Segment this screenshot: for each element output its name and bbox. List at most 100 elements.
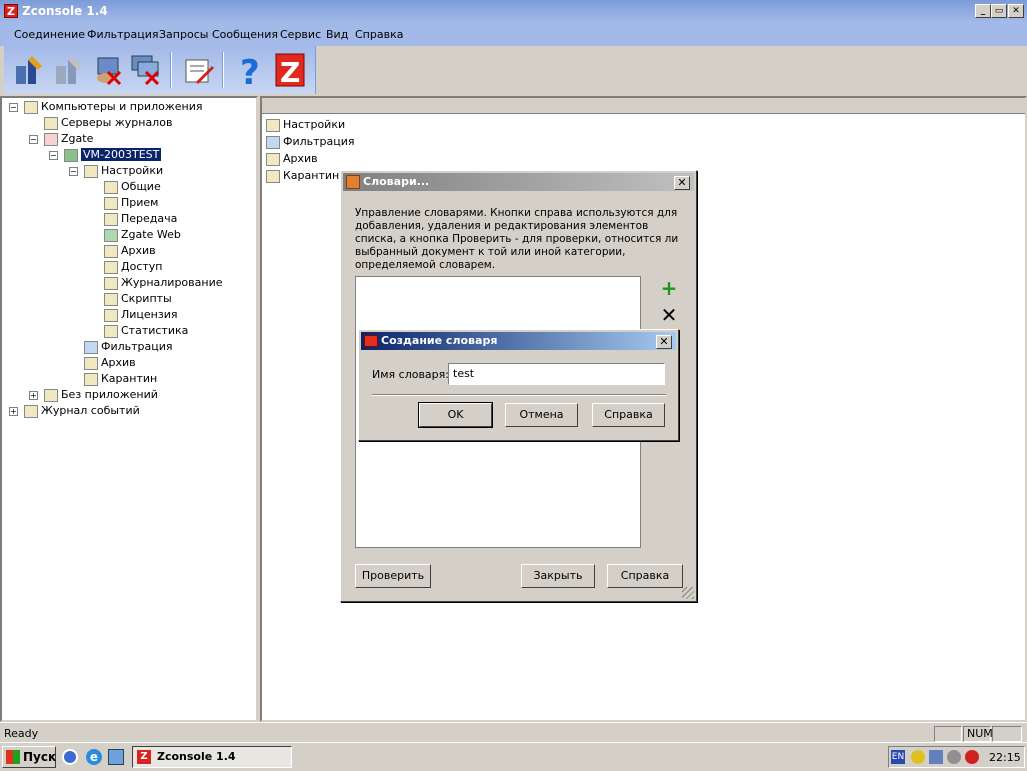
settings-icon — [84, 164, 98, 178]
resize-grip[interactable] — [682, 587, 694, 599]
tree-item-logging[interactable]: Журналирование — [104, 275, 223, 291]
collapse-toggle[interactable]: − — [69, 167, 78, 176]
system-tray: EN 22:15 — [888, 746, 1025, 768]
receive-icon — [104, 196, 118, 210]
globe-icon — [104, 228, 118, 242]
remove-all-icon[interactable] — [128, 52, 164, 88]
connect-icon[interactable] — [12, 52, 48, 88]
tree-item-settings[interactable]: Настройки — [84, 163, 163, 179]
computers-apps-icon — [24, 100, 38, 114]
zgate-icon — [44, 132, 58, 146]
tree-item-statistics[interactable]: Статистика — [104, 323, 188, 339]
language-indicator[interactable]: EN — [891, 750, 905, 764]
close-icon[interactable]: ✕ — [656, 335, 672, 349]
tree-item-filtering[interactable]: Фильтрация — [84, 339, 173, 355]
tree-item-archive[interactable]: Архив — [84, 355, 136, 371]
delete-icon[interactable]: ✕ — [659, 305, 679, 325]
taskbar: Пуск e Z Zconsole 1.4 EN 22:15 — [0, 742, 1027, 771]
collapse-toggle[interactable]: − — [29, 135, 38, 144]
list-item-quarantine[interactable]: Карантин — [266, 168, 339, 184]
start-button[interactable]: Пуск — [2, 746, 56, 768]
close-dialog-button[interactable]: Закрыть — [521, 564, 595, 588]
status-panel — [992, 726, 1022, 742]
ie-icon[interactable]: e — [86, 749, 102, 765]
tree-item-license[interactable]: Лицензия — [104, 307, 177, 323]
tree-item-zgate[interactable]: Zgate — [44, 131, 93, 147]
list-item-settings[interactable]: Настройки — [266, 117, 345, 133]
close-icon[interactable]: ✕ — [674, 176, 690, 190]
tree-item-general[interactable]: Общие — [104, 179, 161, 195]
quarantine-icon — [84, 372, 98, 386]
cancel-button[interactable]: Отмена — [505, 403, 578, 427]
zgate-icon[interactable]: Z — [272, 52, 308, 89]
help-button[interactable]: Справка — [607, 564, 683, 588]
divider — [372, 394, 666, 396]
dialog-title-bar: Создание словаря ✕ — [361, 332, 676, 350]
expand-toggle[interactable]: + — [9, 407, 18, 416]
tree-item-no-apps[interactable]: Без приложений — [44, 387, 158, 403]
help-button[interactable]: Справка — [592, 403, 665, 427]
network-icon[interactable] — [929, 750, 943, 764]
tree-item-archive-settings[interactable]: Архив — [104, 243, 156, 259]
access-icon — [104, 260, 118, 274]
window-title: Zconsole 1.4 — [22, 4, 108, 18]
svg-text:?: ? — [240, 53, 260, 88]
antivirus-icon[interactable] — [965, 750, 979, 764]
toolbar: ? Z — [4, 46, 316, 94]
list-item-archive[interactable]: Архив — [266, 151, 318, 167]
logging-icon — [104, 276, 118, 290]
tree-item-zgate-web[interactable]: Zgate Web — [104, 227, 181, 243]
remove-computer-icon[interactable] — [90, 52, 126, 88]
archive-icon — [104, 244, 118, 258]
computer-icon — [64, 148, 78, 162]
quick-launch-icon[interactable] — [108, 749, 124, 765]
security-icon[interactable] — [947, 750, 961, 764]
edit-icon[interactable] — [180, 52, 216, 88]
menu-messages[interactable]: Сообщения — [212, 28, 278, 41]
filter-icon — [84, 340, 98, 354]
clock: 22:15 — [989, 751, 1021, 764]
dialog-title-bar: Словари... ✕ — [343, 173, 694, 191]
menu-requests[interactable]: Запросы — [159, 28, 208, 41]
tree-item-send[interactable]: Передача — [104, 211, 177, 227]
toolbar-separator — [170, 52, 172, 88]
minimize-button[interactable]: _ — [975, 4, 991, 18]
maximize-button[interactable]: ▭ — [991, 4, 1007, 18]
title-bar: Z Zconsole 1.4 _ ▭ ✕ — [0, 0, 1027, 22]
list-header — [262, 98, 1025, 114]
taskbar-item-zconsole[interactable]: Z Zconsole 1.4 — [132, 746, 292, 768]
menu-service[interactable]: Сервис — [280, 28, 321, 41]
check-button[interactable]: Проверить — [355, 564, 431, 588]
collapse-toggle[interactable]: − — [49, 151, 58, 160]
tree-item-scripts[interactable]: Скрипты — [104, 291, 172, 307]
name-label: Имя словаря: — [372, 368, 449, 381]
tree-item-event-log[interactable]: Журнал событий — [24, 403, 140, 419]
help-icon[interactable]: ? — [232, 52, 268, 93]
name-input[interactable]: test — [448, 363, 665, 385]
shield-icon[interactable] — [911, 750, 925, 764]
show-desktop-icon[interactable] — [62, 749, 78, 765]
tree-item-receive[interactable]: Прием — [104, 195, 158, 211]
tree-item-quarantine[interactable]: Карантин — [84, 371, 157, 387]
general-icon — [104, 180, 118, 194]
expand-toggle[interactable]: + — [29, 391, 38, 400]
tree-item-host[interactable]: VM-2003TEST — [64, 147, 162, 163]
dialog-description: Управление словарями. Кнопки справа испо… — [355, 207, 679, 271]
tree-item-root[interactable]: Компьютеры и приложения — [24, 99, 202, 115]
settings-icon — [266, 118, 280, 132]
menu-view[interactable]: Вид — [326, 28, 348, 41]
archive-icon — [266, 152, 280, 166]
ok-button[interactable]: OK — [418, 402, 493, 428]
collapse-toggle[interactable]: − — [9, 103, 18, 112]
event-log-icon — [24, 404, 38, 418]
close-button[interactable]: ✕ — [1008, 4, 1024, 18]
tree-item-access[interactable]: Доступ — [104, 259, 162, 275]
menu-filtering[interactable]: Фильтрация — [87, 28, 159, 41]
menu-help[interactable]: Справка — [355, 28, 403, 41]
menu-connection[interactable]: Соединение — [14, 28, 85, 41]
tree-item-log-servers[interactable]: Серверы журналов — [44, 115, 172, 131]
disconnect-icon[interactable] — [52, 52, 88, 88]
license-icon — [104, 308, 118, 322]
list-item-filtering[interactable]: Фильтрация — [266, 134, 355, 150]
add-icon[interactable]: + — [659, 278, 679, 298]
